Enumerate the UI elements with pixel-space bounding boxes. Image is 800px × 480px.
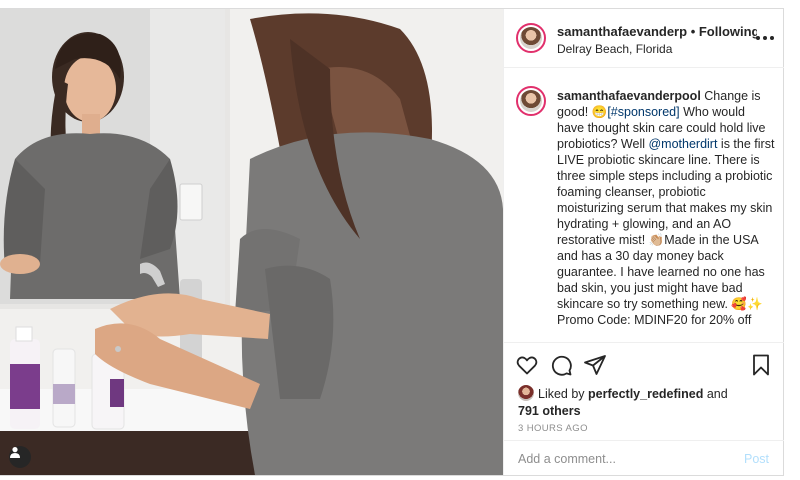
post-timestamp[interactable]: 3 HOURS AGO (518, 423, 588, 434)
post-header: samanthafaevanderp • Following Delray Be… (504, 9, 784, 68)
author-avatar[interactable] (516, 23, 546, 53)
caption-username[interactable]: samanthafaevanderpool (557, 89, 701, 103)
and-label: and (703, 387, 728, 401)
heart-icon[interactable] (515, 353, 539, 377)
liked-by-label: Liked by (538, 387, 589, 401)
share-icon[interactable] (583, 353, 607, 377)
likes-summary: Liked by perfectly_redefined and 791 oth… (518, 385, 768, 420)
instagram-post: samanthafaevanderp • Following Delray Be… (0, 8, 784, 476)
caption-text-part: is the first LIVE probiotic skincare lin… (557, 137, 775, 327)
add-comment-input[interactable] (516, 447, 730, 471)
caption-fade (557, 325, 775, 337)
post-actions: Liked by perfectly_redefined and 791 oth… (504, 342, 784, 441)
liked-by-user[interactable]: perfectly_redefined (588, 387, 703, 401)
hashtag-link[interactable]: [#sponsored] (607, 105, 679, 119)
user-tag-button[interactable] (9, 446, 31, 468)
caption-section: samanthafaevanderpool Change is good! 😁[… (504, 68, 784, 341)
post-side-panel: samanthafaevanderp • Following Delray Be… (503, 9, 784, 475)
follow-status[interactable]: • Following (691, 24, 757, 39)
post-photo-illustration (0, 9, 503, 475)
user-tag-icon (10, 447, 20, 458)
post-photo[interactable] (0, 9, 503, 475)
author-username[interactable]: samanthafaevanderp (557, 24, 687, 39)
bookmark-icon[interactable] (749, 353, 773, 377)
more-options-icon[interactable] (756, 36, 774, 40)
mention-link[interactable]: @motherdirt (648, 137, 717, 151)
author-line: samanthafaevanderp • Following (557, 24, 757, 39)
caption-avatar[interactable] (516, 86, 546, 116)
caption-text: samanthafaevanderpool Change is good! 😁[… (557, 88, 775, 328)
post-location[interactable]: Delray Beach, Florida (557, 42, 672, 56)
likes-count-others[interactable]: 791 others (518, 404, 581, 418)
liker-avatar[interactable] (518, 385, 534, 401)
post-comment-button[interactable]: Post (744, 452, 769, 466)
comment-icon[interactable] (549, 353, 573, 377)
comment-bar: Post (504, 440, 784, 476)
